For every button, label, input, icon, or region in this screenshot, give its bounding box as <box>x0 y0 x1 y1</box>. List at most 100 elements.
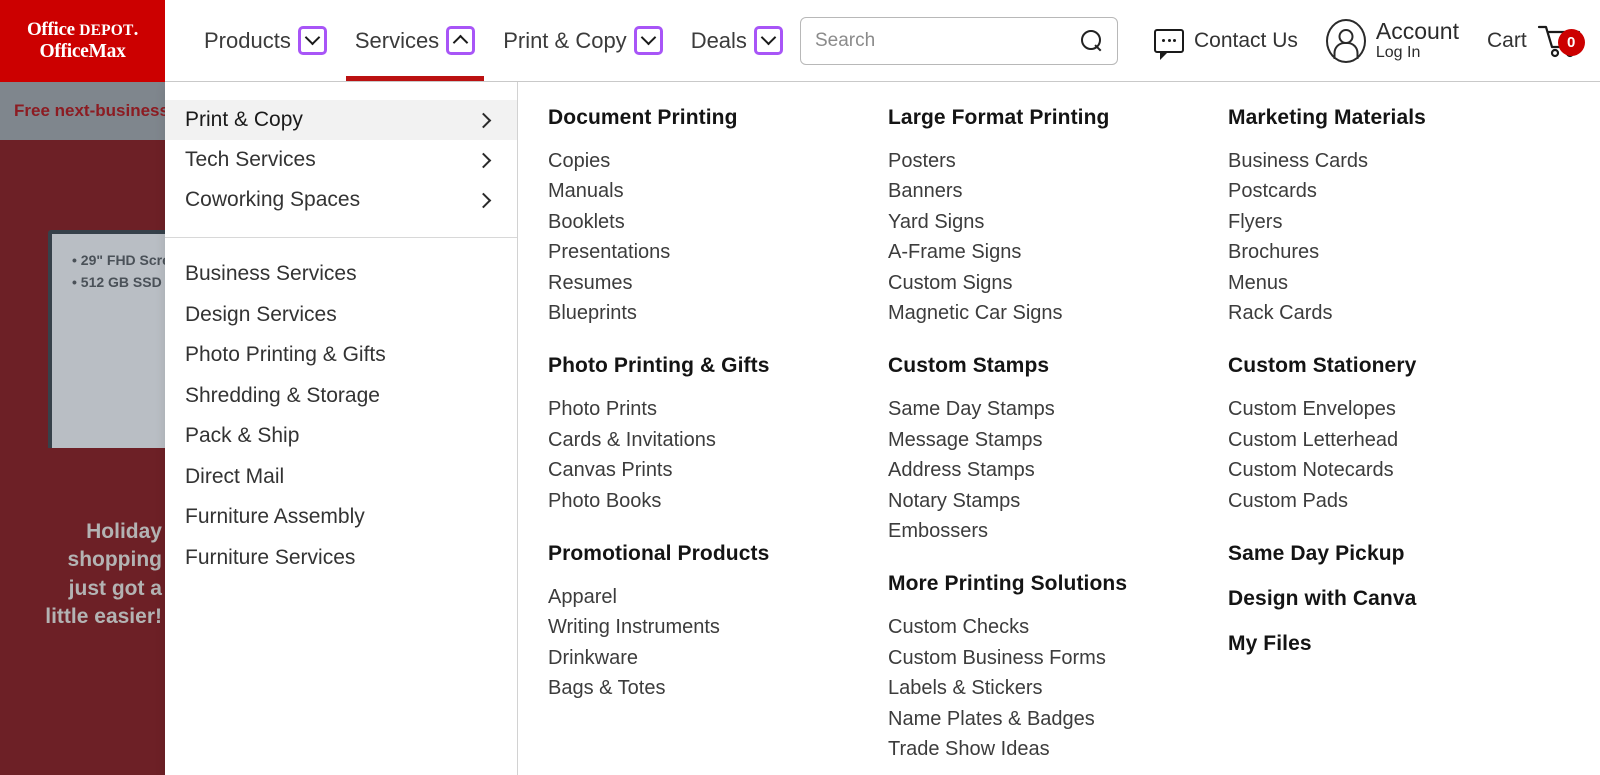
link-photo-prints[interactable]: Photo Prints <box>548 394 888 424</box>
group-title: My Files <box>1228 632 1312 656</box>
sidebar-item-tech-services[interactable]: Tech Services <box>165 140 517 180</box>
group-title: Custom Stationery <box>1228 354 1417 378</box>
search-icon[interactable] <box>1081 30 1103 52</box>
sidebar-item-label: Direct Mail <box>185 464 285 488</box>
link-rack-cards[interactable]: Rack Cards <box>1228 298 1588 328</box>
search-input[interactable] <box>815 30 1081 52</box>
link-a-frame-signs[interactable]: A-Frame Signs <box>888 237 1228 267</box>
link-custom-checks[interactable]: Custom Checks <box>888 612 1228 642</box>
group-title: Custom Stamps <box>888 354 1050 378</box>
link-business-cards[interactable]: Business Cards <box>1228 146 1588 176</box>
link-notary-stamps[interactable]: Notary Stamps <box>888 486 1228 516</box>
group-large-format-printing: Large Format Printing Posters Banners Ya… <box>888 106 1228 328</box>
main-navigation: Products Services Print & Copy Deals <box>190 0 797 81</box>
link-flyers[interactable]: Flyers <box>1228 207 1588 237</box>
search-bar[interactable] <box>800 17 1118 65</box>
link-address-stamps[interactable]: Address Stamps <box>888 455 1228 485</box>
link-custom-signs[interactable]: Custom Signs <box>888 268 1228 298</box>
link-copies[interactable]: Copies <box>548 146 888 176</box>
nav-tab-print-and-copy[interactable]: Print & Copy <box>489 0 677 81</box>
group-design-with-canva[interactable]: Design with Canva <box>1228 587 1588 611</box>
link-custom-letterhead[interactable]: Custom Letterhead <box>1228 425 1588 455</box>
sidebar-item-coworking-spaces[interactable]: Coworking Spaces <box>165 180 517 220</box>
link-posters[interactable]: Posters <box>888 146 1228 176</box>
site-header: Office DEPOT. OfficeMax Products Service… <box>0 0 1600 82</box>
nav-tab-services[interactable]: Services <box>341 0 489 81</box>
link-banners[interactable]: Banners <box>888 176 1228 206</box>
link-yard-signs[interactable]: Yard Signs <box>888 207 1228 237</box>
contact-us-button[interactable]: Contact Us <box>1140 0 1312 81</box>
sidebar-item-photo-printing-gifts[interactable]: Photo Printing & Gifts <box>165 335 517 376</box>
chevron-down-icon[interactable] <box>753 26 783 55</box>
link-embossers[interactable]: Embossers <box>888 516 1228 546</box>
chevron-down-icon[interactable] <box>297 26 327 55</box>
sidebar-item-print-and-copy[interactable]: Print & Copy <box>165 100 517 140</box>
group-custom-stamps: Custom Stamps Same Day Stamps Message St… <box>888 354 1228 546</box>
group-title: Design with Canva <box>1228 587 1417 611</box>
user-avatar-icon <box>1325 18 1366 63</box>
sidebar-item-direct-mail[interactable]: Direct Mail <box>165 457 517 498</box>
link-custom-business-forms[interactable]: Custom Business Forms <box>888 643 1228 673</box>
link-drinkware[interactable]: Drinkware <box>548 643 888 673</box>
office-depot-officemax-logo[interactable]: Office DEPOT. OfficeMax <box>0 0 165 82</box>
group-title: More Printing Solutions <box>888 572 1128 596</box>
chevron-right-icon <box>475 112 492 128</box>
group-same-day-pickup[interactable]: Same Day Pickup <box>1228 542 1588 566</box>
sidebar-item-label: Coworking Spaces <box>185 188 361 211</box>
sidebar-item-label: Furniture Services <box>185 545 356 569</box>
link-same-day-stamps[interactable]: Same Day Stamps <box>888 394 1228 424</box>
link-custom-notecards[interactable]: Custom Notecards <box>1228 455 1588 485</box>
link-apparel[interactable]: Apparel <box>548 582 888 612</box>
link-cards-invitations[interactable]: Cards & Invitations <box>548 425 888 455</box>
logo-line-1: Office DEPOT. <box>26 19 139 41</box>
link-manuals[interactable]: Manuals <box>548 176 888 206</box>
link-custom-envelopes[interactable]: Custom Envelopes <box>1228 394 1588 424</box>
sidebar-item-pack-ship[interactable]: Pack & Ship <box>165 416 517 457</box>
link-blueprints[interactable]: Blueprints <box>548 298 888 328</box>
mega-column-2: Large Format Printing Posters Banners Ya… <box>888 106 1228 775</box>
link-custom-pads[interactable]: Custom Pads <box>1228 486 1588 516</box>
group-my-files[interactable]: My Files <box>1228 632 1588 656</box>
link-resumes[interactable]: Resumes <box>548 268 888 298</box>
link-name-plates-badges[interactable]: Name Plates & Badges <box>888 704 1228 734</box>
link-booklets[interactable]: Booklets <box>548 207 888 237</box>
link-presentations[interactable]: Presentations <box>548 237 888 267</box>
link-message-stamps[interactable]: Message Stamps <box>888 425 1228 455</box>
nav-tab-label: Print & Copy <box>503 27 627 53</box>
sidebar-item-furniture-services[interactable]: Furniture Services <box>165 538 517 579</box>
nav-tab-label: Products <box>204 27 291 53</box>
cart-count-badge: 0 <box>1557 28 1585 56</box>
link-postcards[interactable]: Postcards <box>1228 176 1588 206</box>
link-trade-show-ideas[interactable]: Trade Show Ideas <box>888 734 1228 764</box>
services-mega-menu: Print & Copy Tech Services Coworking Spa… <box>165 82 1600 775</box>
link-bags-totes[interactable]: Bags & Totes <box>548 673 888 703</box>
cart-button[interactable]: Cart 0 <box>1473 0 1597 81</box>
nav-tab-label: Services <box>354 27 440 53</box>
nav-tab-products[interactable]: Products <box>190 0 341 81</box>
sidebar-divider <box>165 237 517 238</box>
chevron-down-icon[interactable] <box>633 26 663 55</box>
sidebar-item-design-services[interactable]: Design Services <box>165 295 517 336</box>
chevron-right-icon <box>475 192 492 208</box>
group-title: Same Day Pickup <box>1228 542 1405 566</box>
nav-tab-deals[interactable]: Deals <box>677 0 797 81</box>
link-brochures[interactable]: Brochures <box>1228 237 1588 267</box>
link-writing-instruments[interactable]: Writing Instruments <box>548 612 888 642</box>
sidebar-item-business-services[interactable]: Business Services <box>165 254 517 295</box>
holiday-promo-card[interactable]: Holiday shopping just got a little easier! <box>10 448 165 775</box>
sidebar-item-label: Design Services <box>185 302 337 326</box>
link-labels-stickers[interactable]: Labels & Stickers <box>888 673 1228 703</box>
mega-menu-columns: Document Printing Copies Manuals Booklet… <box>518 82 1600 775</box>
link-menus[interactable]: Menus <box>1228 268 1588 298</box>
link-magnetic-car-signs[interactable]: Magnetic Car Signs <box>888 298 1228 328</box>
chevron-up-icon[interactable] <box>446 26 476 55</box>
link-photo-books[interactable]: Photo Books <box>548 486 888 516</box>
sidebar-item-label: Print & Copy <box>185 108 303 131</box>
sidebar-item-shredding-storage[interactable]: Shredding & Storage <box>165 376 517 417</box>
account-button[interactable]: Account Log In <box>1312 0 1473 81</box>
group-promotional-products: Promotional Products Apparel Writing Ins… <box>548 542 888 704</box>
sidebar-item-furniture-assembly[interactable]: Furniture Assembly <box>165 497 517 538</box>
link-canvas-prints[interactable]: Canvas Prints <box>548 455 888 485</box>
group-marketing-materials: Marketing Materials Business Cards Postc… <box>1228 106 1588 328</box>
group-custom-stationery: Custom Stationery Custom Envelopes Custo… <box>1228 354 1588 516</box>
